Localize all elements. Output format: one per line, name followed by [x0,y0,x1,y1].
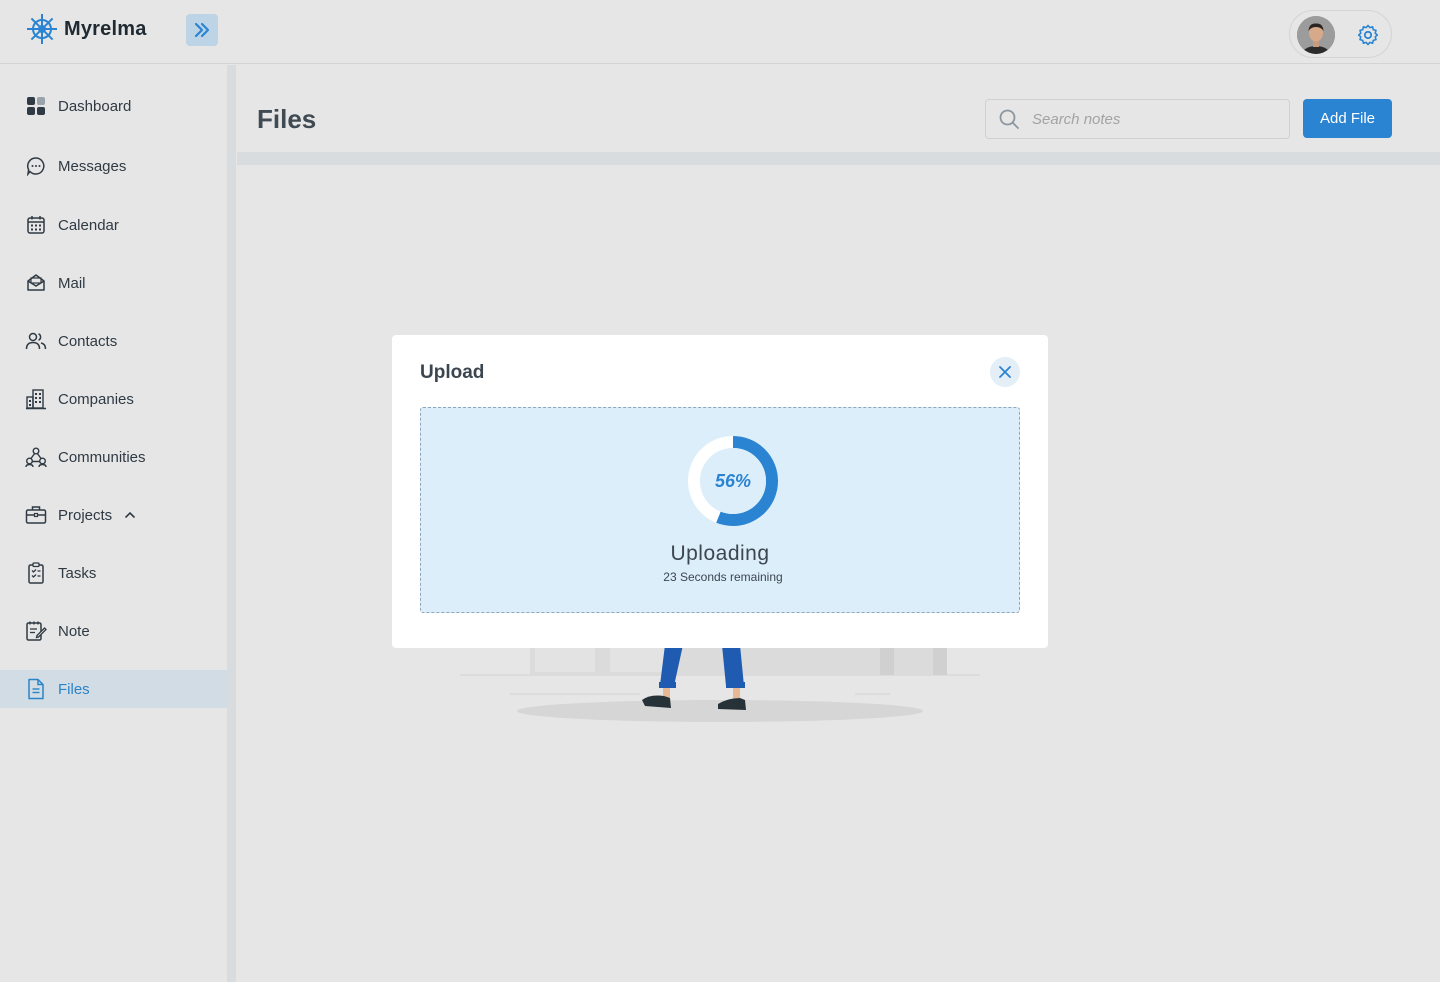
building-icon [25,388,47,410]
content-divider [237,158,1440,165]
page-title: Files [257,104,317,134]
sidebar-item-contacts[interactable]: Contacts [0,322,227,360]
dashboard-icon [25,95,47,117]
community-icon [25,446,47,468]
contacts-icon [25,330,47,352]
sidebar-item-companies[interactable]: Companies [0,380,227,418]
double-chevron-right-icon [194,22,210,38]
sidebar-item-label: Messages [58,157,127,175]
chat-icon [25,155,47,177]
sidebar-item-label: Communities [58,448,146,466]
sidebar-item-communities[interactable]: Communities [0,438,227,476]
chevron-up-icon[interactable] [124,509,136,521]
sidebar-item-label: Files [58,680,90,698]
sidebar-item-label: Projects [58,506,113,524]
modal-title: Upload [420,362,485,383]
briefcase-icon [25,504,47,526]
sidebar-item-label: Companies [58,390,134,408]
page-header: Files Add File [237,76,1440,158]
close-button[interactable] [990,357,1020,387]
sidebar-item-calendar[interactable]: Calendar [0,206,227,244]
sidebar-item-note[interactable]: Note [0,612,227,650]
close-icon [999,366,1011,378]
sidebar-item-dashboard[interactable]: Dashboard [0,87,227,125]
upload-dropzone[interactable]: 56% Uploading 23 Seconds remaining [420,407,1020,613]
user-menu [1289,10,1392,58]
upload-modal: Upload 56% Uploading 23 Seconds remainin… [392,335,1048,648]
mail-icon [25,272,47,294]
progress-percent: 56% [714,470,752,491]
search-box[interactable] [985,99,1290,139]
sidebar-item-label: Mail [58,274,86,292]
sidebar-item-mail[interactable]: Mail [0,264,227,302]
sidebar-item-label: Contacts [58,332,118,350]
expand-sidebar-button[interactable] [186,14,218,46]
note-icon [25,620,47,642]
add-file-button[interactable]: Add File [1303,99,1392,138]
checklist-icon [25,562,47,584]
time-remaining: 23 Seconds remaining [663,570,783,584]
app-logo[interactable]: Myrelma [26,13,147,45]
sidebar-item-label: Dashboard [58,97,132,115]
sidebar-item-projects[interactable]: Projects [0,496,227,534]
sidebar: Dashboard Messages Calendar Mail Contact… [0,65,227,982]
avatar[interactable] [1297,16,1335,54]
search-input[interactable] [1032,110,1272,128]
sidebar-item-label: Tasks [58,564,97,582]
file-icon [25,678,47,700]
helm-icon [27,14,57,44]
calendar-icon [25,214,47,236]
gear-icon[interactable] [1356,23,1380,47]
sidebar-item-label: Calendar [58,216,119,234]
app-name: Myrelma [64,17,147,40]
sidebar-item-messages[interactable]: Messages [0,147,227,185]
upload-status: Uploading [670,542,770,565]
sidebar-item-tasks[interactable]: Tasks [0,554,227,592]
top-bar: Myrelma [0,0,1440,64]
sidebar-divider [227,65,236,982]
sidebar-item-label: Note [58,622,90,640]
sidebar-item-files[interactable]: Files [0,670,227,708]
search-icon [999,109,1019,129]
